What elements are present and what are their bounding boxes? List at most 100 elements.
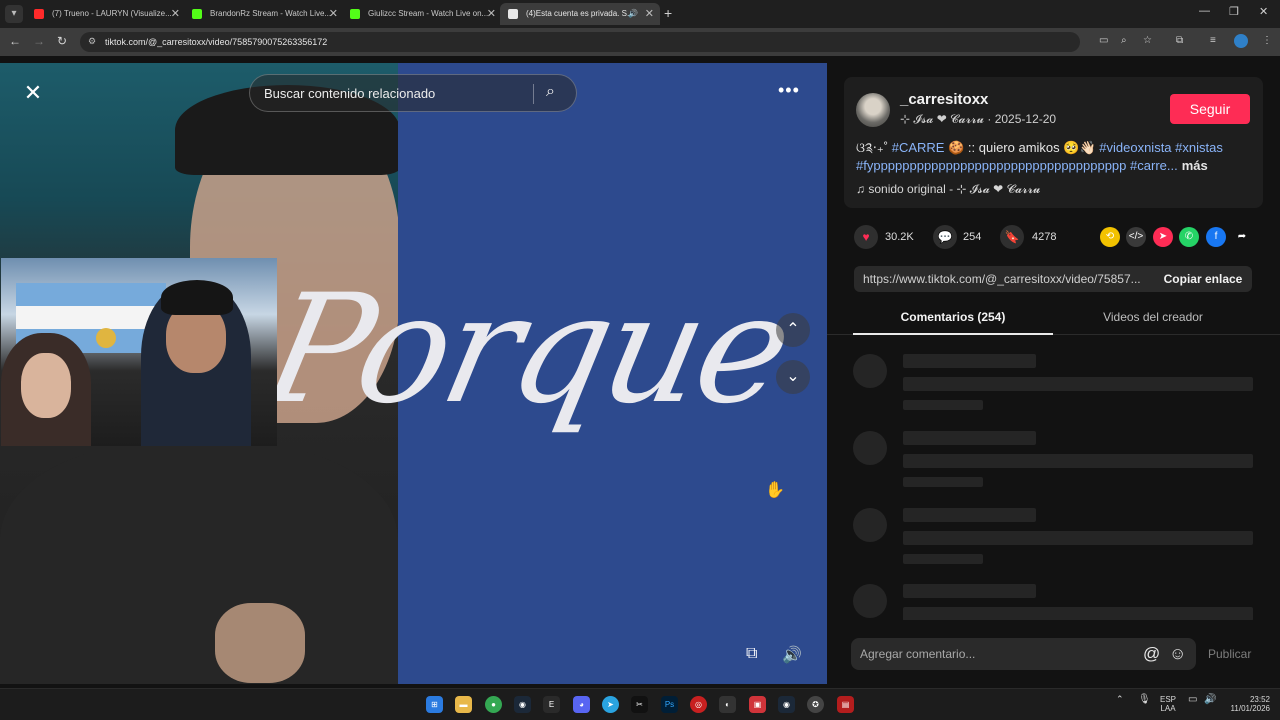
record-app-icon[interactable]: ◎: [690, 696, 707, 713]
rockstar-icon[interactable]: ✪: [807, 696, 824, 713]
creator-username[interactable]: _carresitoxx: [900, 91, 988, 108]
new-tab-button[interactable]: +: [664, 5, 672, 21]
media-control-icon[interactable]: ≡: [1210, 35, 1216, 46]
heart-icon[interactable]: ♥: [854, 225, 878, 249]
skeleton-line: [903, 607, 1253, 620]
browser-tab-kick-giulizcc[interactable]: Giulizcc Stream - Watch Live on... ✕: [342, 3, 502, 25]
close-video-button[interactable]: ✕: [21, 81, 45, 105]
chrome-icon[interactable]: ●: [485, 696, 502, 713]
pip-icon[interactable]: ⧉: [746, 645, 757, 663]
site-info-icon[interactable]: ⚙: [88, 36, 96, 47]
restore-icon[interactable]: ❐: [1229, 5, 1239, 18]
url-text[interactable]: tiktok.com/@_carresitoxx/video/758579007…: [105, 32, 327, 52]
kebab-menu-icon[interactable]: ⋮: [1262, 35, 1272, 46]
music-info[interactable]: ♫ sonido original - ⊹ 𝓘𝓼𝓪 ❤ 𝓒𝓪𝓻𝓻𝓾: [856, 182, 1040, 197]
clock-date: 11/01/2026: [1230, 704, 1270, 713]
comment-input[interactable]: Agregar comentario... @ ☺: [851, 638, 1196, 670]
more-link[interactable]: más: [1182, 158, 1208, 173]
emoji-icon[interactable]: ☺: [1169, 644, 1186, 664]
send-icon[interactable]: ➤: [1153, 227, 1173, 247]
youtube-icon: [34, 9, 44, 19]
browser-tab-tiktok[interactable]: (4)Esta cuenta es privada. S... 🔊 ✕: [500, 3, 660, 25]
hashtag-link[interactable]: #fyppppppppppppppppppppppppppppppppppp: [856, 158, 1126, 173]
share-link-url[interactable]: https://www.tiktok.com/@_carresitoxx/vid…: [863, 266, 1148, 292]
discord-icon[interactable]: ◕: [573, 696, 590, 713]
close-icon[interactable]: ✕: [487, 3, 496, 25]
epic-games-icon[interactable]: E: [543, 696, 560, 713]
steam-alt-icon[interactable]: ◉: [778, 696, 795, 713]
comment-skeleton: [853, 354, 1253, 414]
game-launcher-icon[interactable]: ▤: [837, 696, 854, 713]
search-placeholder[interactable]: Buscar contenido relacionado: [264, 75, 435, 113]
back-icon[interactable]: ←: [9, 34, 21, 48]
network-icon[interactable]: ▭: [1188, 694, 1197, 705]
minimize-icon[interactable]: —: [1199, 5, 1210, 17]
skeleton-line: [903, 454, 1253, 468]
language-indicator[interactable]: ESP LAA: [1160, 695, 1176, 713]
comment-tabs: Comentarios (254) Videos del creador: [827, 307, 1280, 335]
follow-button[interactable]: Seguir: [1170, 94, 1250, 124]
video-player[interactable]: Porque ✕ Buscar contenido relacionado ⌕ …: [0, 63, 827, 684]
hashtag-link[interactable]: #CARRE: [892, 140, 945, 155]
photoshop-icon[interactable]: Ps: [661, 696, 678, 713]
file-explorer-icon[interactable]: ▬: [455, 696, 472, 713]
close-icon[interactable]: ✕: [329, 3, 338, 25]
extensions-icon[interactable]: ⧉: [1176, 35, 1183, 46]
capcut-icon[interactable]: ✂: [631, 696, 648, 713]
creator-avatar[interactable]: [856, 93, 890, 127]
reload-icon[interactable]: ↻: [57, 34, 67, 48]
clock[interactable]: 23:52 11/01/2026: [1226, 695, 1270, 713]
close-icon[interactable]: ✕: [171, 3, 180, 25]
search-icon[interactable]: ⌕: [546, 83, 555, 101]
next-video-button[interactable]: ⌄: [776, 360, 810, 394]
hashtag-link[interactable]: #xnistas: [1175, 140, 1223, 155]
copy-link-button[interactable]: Copiar enlace: [1154, 266, 1252, 292]
forward-icon[interactable]: →: [33, 34, 45, 48]
zoom-icon[interactable]: ⌕: [1121, 35, 1127, 46]
browser-tab-kick-brandon[interactable]: BrandonRz Stream - Watch Live... ✕: [184, 3, 344, 25]
kick-icon: [350, 9, 360, 19]
publish-button[interactable]: Publicar: [1208, 647, 1251, 661]
obs-icon[interactable]: ◐: [719, 696, 736, 713]
hashtag-link[interactable]: #videoxnista: [1099, 140, 1171, 155]
facebook-icon[interactable]: f: [1206, 227, 1226, 247]
music-title[interactable]: sonido original - ⊹ 𝓘𝓼𝓪 ❤ 𝓒𝓪𝓻𝓻𝓾: [868, 182, 1040, 196]
speaker-icon[interactable]: 🔊: [628, 3, 638, 25]
bookmark-star-icon[interactable]: ☆: [1143, 35, 1152, 46]
whatsapp-icon[interactable]: ✆: [1179, 227, 1199, 247]
address-bar[interactable]: ⚙ tiktok.com/@_carresitoxx/video/7585790…: [80, 32, 1080, 52]
tab-search-menu-button[interactable]: ▾: [5, 5, 23, 23]
steam-icon[interactable]: ◉: [514, 696, 531, 713]
browser-tab-youtube[interactable]: (7) Trueno - LAURYN (Visualize... ✕: [26, 3, 186, 25]
previous-video-button[interactable]: ⌃: [776, 313, 810, 347]
red-app-icon[interactable]: ▣: [749, 696, 766, 713]
windows-start-icon[interactable]: ⊞: [426, 696, 443, 713]
tray-volume-icon[interactable]: 🔊: [1204, 694, 1216, 705]
tab-comments[interactable]: Comentarios (254): [853, 307, 1053, 327]
repost-icon[interactable]: ⟲: [1100, 227, 1120, 247]
embed-icon[interactable]: </>: [1126, 227, 1146, 247]
mouse-cursor-icon: ✋: [765, 482, 785, 499]
comment-skeleton: [853, 508, 1253, 568]
telegram-icon[interactable]: ➤: [602, 696, 619, 713]
more-options-button[interactable]: •••: [778, 81, 800, 99]
window-close-icon[interactable]: ✕: [1259, 5, 1268, 18]
tab-creator-videos[interactable]: Videos del creador: [1053, 307, 1253, 327]
microphone-icon[interactable]: 🎙: [1138, 694, 1151, 705]
skeleton-line: [903, 400, 983, 410]
tray-expand-icon[interactable]: ⌃: [1116, 694, 1124, 705]
cast-icon[interactable]: ▭: [1099, 35, 1108, 46]
comment-icon[interactable]: 💬: [933, 225, 957, 249]
comment-placeholder[interactable]: Agregar comentario...: [860, 638, 975, 670]
hashtag-link[interactable]: #carre...: [1130, 158, 1178, 173]
close-icon[interactable]: ✕: [645, 3, 654, 25]
volume-icon[interactable]: 🔊: [782, 645, 802, 665]
mention-icon[interactable]: @: [1143, 644, 1160, 664]
tab-title: Giulizcc Stream - Watch Live on...: [368, 9, 489, 18]
clock-time: 23:52: [1249, 695, 1270, 704]
share-arrow-icon[interactable]: ➦: [1232, 227, 1252, 247]
related-search-bar[interactable]: Buscar contenido relacionado ⌕: [249, 74, 577, 112]
bookmark-icon[interactable]: 🔖: [1000, 225, 1024, 249]
profile-avatar[interactable]: [1234, 34, 1248, 48]
windows-taskbar: ⊞ ▬ ● ◉ E ◕ ➤ ✂ Ps ◎ ◐ ▣ ◉ ✪ ▤ ⌃ 🎙 ESP L…: [0, 688, 1280, 720]
